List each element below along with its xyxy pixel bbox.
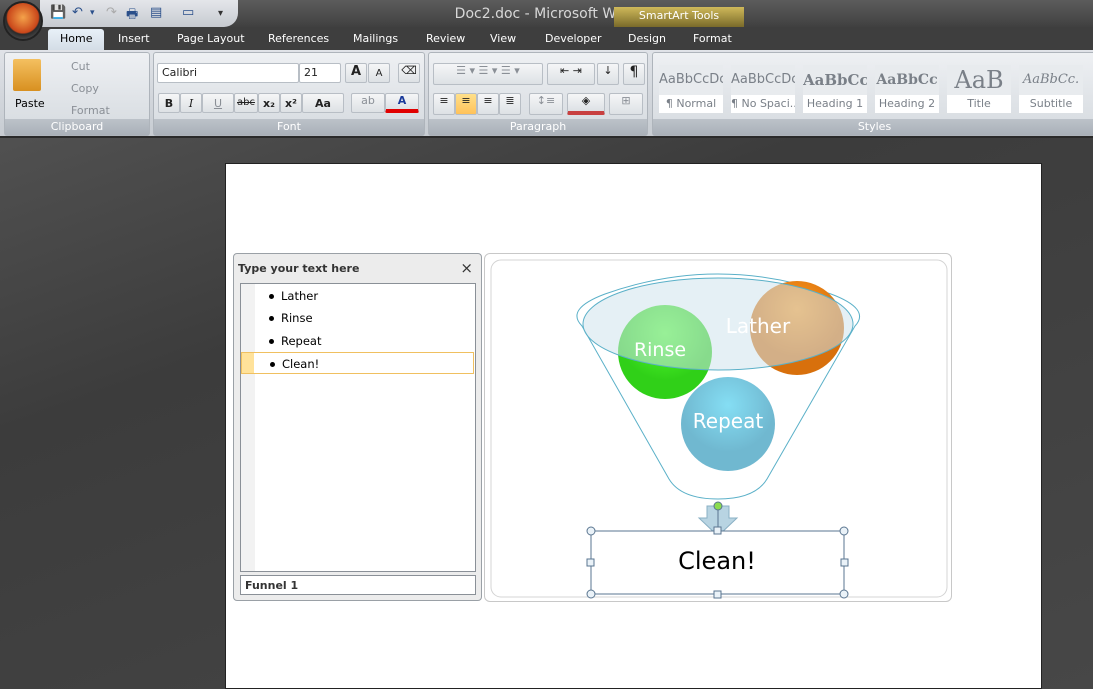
tab-mailings[interactable]: Mailings — [353, 32, 398, 45]
justify-icon[interactable]: ≣ — [499, 93, 521, 115]
layout-name: Funnel 1 — [240, 575, 476, 595]
list-buttons[interactable]: ☰ ▾ ☰ ▾ ☰ ▾ — [433, 63, 543, 85]
superscript-button[interactable]: x² — [280, 93, 302, 113]
tab-references[interactable]: References — [268, 32, 329, 45]
style-name: Subtitle — [1029, 97, 1073, 110]
bold-button[interactable]: B — [158, 93, 180, 113]
style-normal[interactable]: AaBbCcDc ¶ Normal — [659, 65, 723, 113]
tab-format[interactable]: Format — [693, 32, 732, 45]
style-subtitle[interactable]: AaBbCc. Subtitle — [1019, 65, 1083, 113]
style-no-spacing[interactable]: AaBbCcDc ¶ No Spaci... — [731, 65, 795, 113]
grow-font-button[interactable]: A — [345, 63, 367, 83]
rotate-handle — [713, 501, 723, 511]
rinse-label: Rinse — [634, 339, 686, 361]
show-formatting-button[interactable]: ¶ — [623, 63, 645, 85]
style-preview: AaBbCcDc — [659, 65, 723, 95]
save-icon[interactable]: 💾 — [50, 5, 66, 20]
ribbon-tabs: Home Insert Page Layout References Maili… — [0, 27, 1093, 50]
text-pane-list[interactable]: Lather Rinse Repeat Clean! — [240, 283, 476, 572]
close-icon[interactable]: × — [460, 259, 473, 277]
change-case-button[interactable]: Aa — [302, 93, 344, 113]
line-spacing-icon[interactable]: ↕≡ — [529, 93, 563, 115]
clipboard-group-label: Clipboard — [5, 119, 149, 135]
style-name: Heading 2 — [878, 97, 936, 110]
style-preview: AaBbCc — [803, 65, 867, 95]
style-name: Title — [967, 97, 991, 110]
tab-review[interactable]: Review — [426, 32, 465, 45]
style-name: ¶ No Spaci... — [731, 97, 795, 110]
smartart-text-pane: Type your text here × Lather Rinse Repea… — [233, 253, 482, 601]
align-left-icon[interactable]: ≡ — [433, 93, 455, 115]
list-item-selected[interactable]: Clean! — [241, 352, 474, 374]
list-item[interactable]: Lather — [241, 285, 474, 307]
sort-icon[interactable]: ↓ — [597, 63, 619, 85]
tab-developer[interactable]: Developer — [545, 32, 602, 45]
undo-dropdown-icon[interactable]: ▾ — [90, 8, 95, 18]
italic-button[interactable]: I — [180, 93, 202, 113]
align-center-icon[interactable]: ≡ — [455, 93, 477, 115]
funnel-diagram: Lather Rinse Repeat Clean! — [490, 259, 948, 599]
ribbon: Paste Cut Copy Format Painter Clipboard … — [0, 50, 1093, 138]
smartart-tools-label: SmartArt Tools — [614, 7, 744, 27]
cut-button[interactable]: Cut — [71, 60, 90, 73]
lather-label: Lather — [726, 314, 791, 338]
font-group-label: Font — [154, 119, 424, 135]
copy-button[interactable]: Copy — [71, 82, 99, 95]
smartart-frame[interactable]: Lather Rinse Repeat Clean! — [484, 253, 952, 602]
document-icon[interactable]: ▤ — [150, 5, 162, 20]
repeat-label: Repeat — [693, 409, 764, 433]
quick-access-toolbar: 💾 ↶ ▾ ↷ 🖶 ▤ ▭ ▾ — [40, 0, 238, 27]
style-preview: AaB — [947, 65, 1011, 95]
style-heading-1[interactable]: AaBbCc Heading 1 — [803, 65, 867, 113]
strikethrough-button[interactable]: abc — [234, 93, 258, 113]
highlight-icon[interactable]: ab — [351, 93, 385, 113]
tab-view[interactable]: View — [490, 32, 516, 45]
styles-group: AaBbCcDc ¶ Normal AaBbCcDc ¶ No Spaci... A… — [652, 52, 1093, 136]
align-right-icon[interactable]: ≡ — [477, 93, 499, 115]
shading-icon[interactable]: ◈ — [567, 93, 605, 115]
style-preview: AaBbCc — [875, 65, 939, 95]
clean-label[interactable]: Clean! — [678, 547, 756, 575]
font-name-select[interactable]: Calibri — [157, 63, 299, 83]
paragraph-group: ☰ ▾ ☰ ▾ ☰ ▾ ⇤ ⇥ ↓ ¶ ≡ ≡ ≡ ≣ ↕≡ ◈ ⊞ Parag… — [428, 52, 648, 136]
borders-icon[interactable]: ⊞ — [609, 93, 643, 115]
style-name: Heading 1 — [806, 97, 864, 110]
font-size-select[interactable]: 21 — [299, 63, 341, 83]
list-item[interactable]: Rinse — [241, 307, 474, 329]
customize-qat-icon[interactable]: ▾ — [218, 8, 223, 19]
style-title[interactable]: AaB Title — [947, 65, 1011, 113]
underline-button[interactable]: U — [202, 93, 234, 113]
office-button[interactable] — [3, 1, 43, 41]
styles-group-label: Styles — [653, 119, 1093, 135]
style-preview: AaBbCcDc — [731, 65, 795, 95]
tab-design[interactable]: Design — [628, 32, 666, 45]
text-pane-title: Type your text here — [238, 262, 360, 275]
funnel-top-ellipse — [582, 277, 854, 371]
tab-insert[interactable]: Insert — [118, 32, 150, 45]
subscript-button[interactable]: x₂ — [258, 93, 280, 113]
tab-page-layout[interactable]: Page Layout — [177, 32, 245, 45]
style-heading-2[interactable]: AaBbCc Heading 2 — [875, 65, 939, 113]
style-name: ¶ Normal — [665, 97, 717, 110]
undo-icon[interactable]: ↶ — [72, 5, 83, 20]
font-color-icon[interactable]: A — [385, 93, 419, 113]
paragraph-group-label: Paragraph — [429, 119, 647, 135]
paste-icon — [13, 59, 41, 91]
shrink-font-button[interactable]: A — [368, 63, 390, 83]
style-preview: AaBbCc. — [1019, 65, 1083, 95]
font-group: Calibri 21 A A ⌫ B I U abc x₂ x² Aa ab A… — [153, 52, 425, 136]
tab-home[interactable]: Home — [48, 29, 105, 50]
layout-icon[interactable]: ▭ — [182, 5, 194, 20]
redo-icon[interactable]: ↷ — [106, 5, 117, 20]
clipboard-group: Paste Cut Copy Format Painter Clipboard — [4, 52, 150, 136]
print-icon[interactable]: 🖶 — [126, 5, 138, 27]
clear-formatting-icon[interactable]: ⌫ — [398, 63, 420, 83]
indent-icon[interactable]: ⇤ ⇥ — [547, 63, 595, 85]
paste-button[interactable]: Paste — [15, 97, 45, 110]
list-item[interactable]: Repeat — [241, 330, 474, 352]
